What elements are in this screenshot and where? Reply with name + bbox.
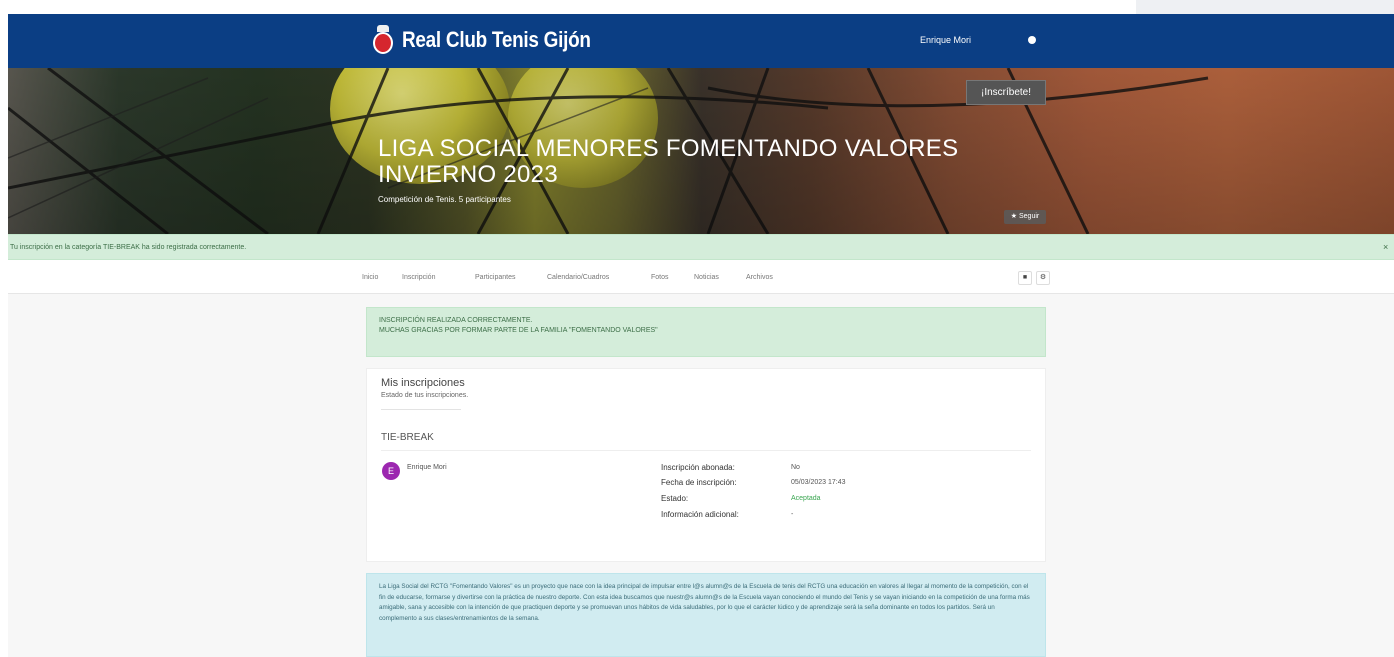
card-title: Mis inscripciones [381, 377, 465, 389]
user-menu[interactable]: Enrique Mori [920, 35, 971, 45]
competition-subtitle: Competición de Tenis. 5 participantes [378, 195, 511, 204]
field-label-info: Información adicional: [661, 510, 739, 519]
top-navbar: Real Club Tenis Gijón Enrique Mori [8, 14, 1394, 68]
user-status-icon[interactable] [1028, 36, 1036, 44]
divider [381, 450, 1031, 451]
tab-participantes[interactable]: Participantes [475, 274, 515, 281]
league-info-box: La Liga Social del RCTG "Fomentando Valo… [366, 573, 1046, 657]
field-label-status: Estado: [661, 494, 689, 503]
tab-inicio[interactable]: Inicio [362, 274, 378, 281]
field-value-date: 05/03/2023 17:43 [791, 479, 846, 486]
settings-icon[interactable]: ⚙ [1036, 271, 1050, 285]
registration-success-box: INSCRIPCIÓN REALIZADA CORRECTAMENTE. MUC… [366, 307, 1046, 357]
alert-close-button[interactable]: × [1383, 242, 1388, 252]
tab-inscripcion[interactable]: Inscripción [402, 274, 435, 281]
my-registrations-card: Mis inscripciones Estado de tus inscripc… [366, 368, 1046, 562]
field-value-paid: No [791, 464, 800, 471]
field-value-status: Aceptada [791, 495, 821, 502]
divider [381, 409, 461, 410]
field-label-date: Fecha de inscripción: [661, 478, 737, 487]
participant-name: Enrique Mori [407, 464, 447, 471]
brand-name: Real Club Tenis Gijón [402, 27, 591, 52]
competition-tabs: Inicio Inscripción Participantes Calenda… [8, 260, 1394, 294]
competition-title: LIGA SOCIAL MENORES FOMENTANDO VALORES I… [378, 135, 959, 188]
category-name: TIE-BREAK [381, 432, 434, 443]
league-description: La Liga Social del RCTG "Fomentando Valo… [379, 583, 1030, 622]
success-alert: Tu inscripción en la categoría TIE-BREAK… [8, 234, 1394, 260]
page: Real Club Tenis Gijón Enrique Mori LIGA … [8, 14, 1394, 657]
tab-noticias[interactable]: Noticias [694, 274, 719, 281]
follow-button[interactable]: ★ Seguir [1004, 210, 1046, 224]
alert-message: Tu inscripción en la categoría TIE-BREAK… [10, 244, 247, 251]
avatar: E [382, 462, 400, 480]
tab-archivos[interactable]: Archivos [746, 274, 773, 281]
brand[interactable]: Real Club Tenis Gijón [372, 22, 621, 58]
chat-icon[interactable]: ■ [1018, 271, 1032, 285]
club-logo-icon [372, 25, 394, 55]
field-label-paid: Inscripción abonada: [661, 463, 735, 472]
card-subtitle: Estado de tus inscripciones. [381, 392, 469, 399]
top-right-blank [1136, 0, 1394, 14]
field-value-info: - [791, 511, 794, 518]
tab-calendario[interactable]: Calendario/Cuadros [547, 274, 609, 281]
tab-fotos[interactable]: Fotos [651, 274, 669, 281]
success-line-1: INSCRIPCIÓN REALIZADA CORRECTAMENTE. [379, 317, 533, 324]
hero-banner: LIGA SOCIAL MENORES FOMENTANDO VALORES I… [8, 68, 1394, 234]
inscribete-button[interactable]: ¡Inscríbete! [966, 80, 1046, 105]
success-line-2: MUCHAS GRACIAS POR FORMAR PARTE DE LA FA… [379, 327, 658, 334]
